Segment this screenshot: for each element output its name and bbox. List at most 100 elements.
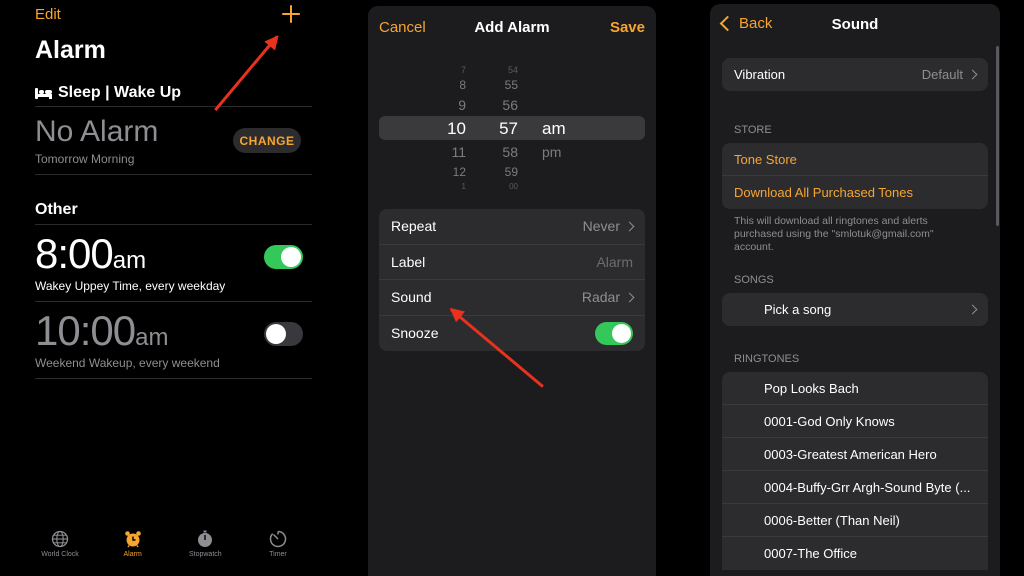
picker-hour[interactable]: 11 xyxy=(438,144,466,160)
repeat-label: Repeat xyxy=(391,218,437,235)
alarm-ampm: am xyxy=(135,324,169,351)
time-picker[interactable]: 7 8 9 10 11 12 1 54 55 56 57 58 59 00 am… xyxy=(368,61,656,196)
sound-row[interactable]: Sound Radar xyxy=(379,280,645,316)
divider xyxy=(35,224,312,225)
divider xyxy=(35,378,312,379)
other-header: Other xyxy=(35,201,78,218)
download-all-label: Download All Purchased Tones xyxy=(734,185,913,200)
page-title: Alarm xyxy=(35,36,106,64)
picker-minute[interactable]: 54 xyxy=(492,65,518,75)
plus-icon[interactable] xyxy=(282,4,300,24)
vibration-group: Vibration Default xyxy=(722,58,988,91)
tone-store-label: Tone Store xyxy=(734,151,797,167)
alarm-toggle[interactable] xyxy=(264,245,303,269)
snooze-toggle[interactable] xyxy=(595,321,633,345)
ringtones-header: RINGTONES xyxy=(734,353,800,365)
alarm-time[interactable]: 8:00am xyxy=(35,230,146,278)
chevron-right-icon xyxy=(967,69,978,80)
picker-hour-selected[interactable]: 10 xyxy=(438,119,466,139)
tab-timer[interactable]: Timer xyxy=(242,530,314,558)
alarm-options-list: Repeat Never Label Alarm Sound Radar Sno… xyxy=(379,209,645,351)
picker-period[interactable]: pm xyxy=(542,144,561,160)
ringtone-item[interactable]: Pop Looks Bach xyxy=(722,372,988,405)
alarm-time-value: 8:00 xyxy=(35,230,114,277)
chevron-right-icon xyxy=(624,292,635,303)
picker-minute[interactable]: 59 xyxy=(492,165,518,179)
ringtone-item[interactable]: 0006-Better (Than Neil) xyxy=(722,504,988,537)
ringtone-item[interactable]: 0003-Greatest American Hero xyxy=(722,438,988,471)
scrollbar[interactable] xyxy=(996,46,999,226)
label-field[interactable]: Alarm xyxy=(596,254,633,270)
ringtone-label: Pop Looks Bach xyxy=(764,380,859,396)
alarm-subtitle: Wakey Uppey Time, every weekday xyxy=(35,279,226,293)
tab-alarm[interactable]: Alarm xyxy=(97,530,169,558)
tomorrow-label: Tomorrow Morning xyxy=(35,152,135,166)
tab-world-clock[interactable]: World Clock xyxy=(24,530,96,558)
repeat-row[interactable]: Repeat Never xyxy=(379,209,645,245)
ringtone-label: 0007-The Office xyxy=(764,546,857,561)
picker-minute[interactable]: 56 xyxy=(492,97,518,113)
sound-value: Radar xyxy=(581,289,620,306)
chevron-right-icon xyxy=(967,304,978,315)
picker-hour[interactable]: 1 xyxy=(438,182,466,191)
sound-screen: Back Sound Vibration Default STORE Tone … xyxy=(710,4,1000,576)
picker-minute[interactable]: 58 xyxy=(492,144,518,160)
picker-hour[interactable]: 9 xyxy=(438,97,466,113)
download-all-link[interactable]: Download All Purchased Tones xyxy=(722,176,988,209)
repeat-value: Never xyxy=(582,218,620,235)
store-group: Tone Store Download All Purchased Tones xyxy=(722,143,988,209)
tab-label: World Clock xyxy=(41,551,79,558)
globe-icon xyxy=(51,530,69,548)
ringtone-label: 0001-God Only Knows xyxy=(764,413,895,429)
toggle-knob xyxy=(612,323,631,343)
change-button[interactable]: CHANGE xyxy=(233,128,301,153)
vibration-value: Default xyxy=(921,67,963,82)
divider xyxy=(35,301,312,302)
tab-label: Timer xyxy=(269,551,287,558)
ringtone-item[interactable]: 0001-God Only Knows xyxy=(722,405,988,438)
tab-label: Alarm xyxy=(123,551,142,558)
picker-hour[interactable]: 7 xyxy=(438,65,466,75)
no-alarm-label: No Alarm xyxy=(35,115,159,148)
label-label: Label xyxy=(391,253,426,270)
ringtone-label: 0004-Buffy-Grr Argh-Sound Byte (... xyxy=(764,479,971,495)
picker-hour[interactable]: 12 xyxy=(438,165,466,179)
ringtone-label: 0003-Greatest American Hero xyxy=(764,446,937,462)
pick-song-row[interactable]: Pick a song xyxy=(722,293,988,326)
alarm-ampm: am xyxy=(112,247,147,274)
alarm-time-value: 10:00 xyxy=(35,307,136,354)
stopwatch-icon xyxy=(198,530,213,547)
timer-icon xyxy=(269,530,287,548)
edit-button[interactable]: Edit xyxy=(35,6,61,23)
sleep-header-label: Sleep | Wake Up xyxy=(58,84,182,101)
toggle-knob xyxy=(266,324,286,344)
alarm-subtitle: Weekend Wakeup, every weekend xyxy=(35,356,220,370)
songs-group: Pick a song xyxy=(722,293,988,326)
ringtone-item[interactable]: 0004-Buffy-Grr Argh-Sound Byte (... xyxy=(722,471,988,504)
alarm-toggle[interactable] xyxy=(264,322,303,346)
page-title: Sound xyxy=(831,16,879,33)
picker-minute[interactable]: 55 xyxy=(492,78,518,92)
picker-hour[interactable]: 8 xyxy=(438,78,466,92)
tone-store-link[interactable]: Tone Store xyxy=(722,143,988,176)
save-button[interactable]: Save xyxy=(610,19,645,36)
picker-minute-selected[interactable]: 57 xyxy=(492,119,518,139)
picker-minute[interactable]: 00 xyxy=(492,182,518,191)
sleep-wake-header: Sleep | Wake Up xyxy=(35,84,181,102)
add-alarm-screen: Cancel Add Alarm Save 7 8 9 10 11 12 1 5… xyxy=(368,6,656,576)
ringtone-item[interactable]: 0007-The Office xyxy=(722,537,988,570)
download-note: This will download all ringtones and ale… xyxy=(734,215,934,253)
songs-header: SONGS xyxy=(734,274,774,286)
tab-stopwatch[interactable]: Stopwatch xyxy=(169,530,241,558)
store-header: STORE xyxy=(734,124,772,136)
snooze-label: Snooze xyxy=(391,325,439,342)
tab-bar: World Clock Alarm Stopwatch Timer xyxy=(24,530,314,558)
tab-label: Stopwatch xyxy=(188,551,222,558)
bed-icon xyxy=(35,87,52,99)
toggle-knob xyxy=(281,247,301,267)
picker-period-selected[interactable]: am xyxy=(542,119,566,139)
vibration-label: Vibration xyxy=(734,67,786,82)
vibration-row[interactable]: Vibration Default xyxy=(722,58,988,91)
alarm-time[interactable]: 10:00am xyxy=(35,307,168,355)
label-row[interactable]: Label Alarm xyxy=(379,245,645,280)
